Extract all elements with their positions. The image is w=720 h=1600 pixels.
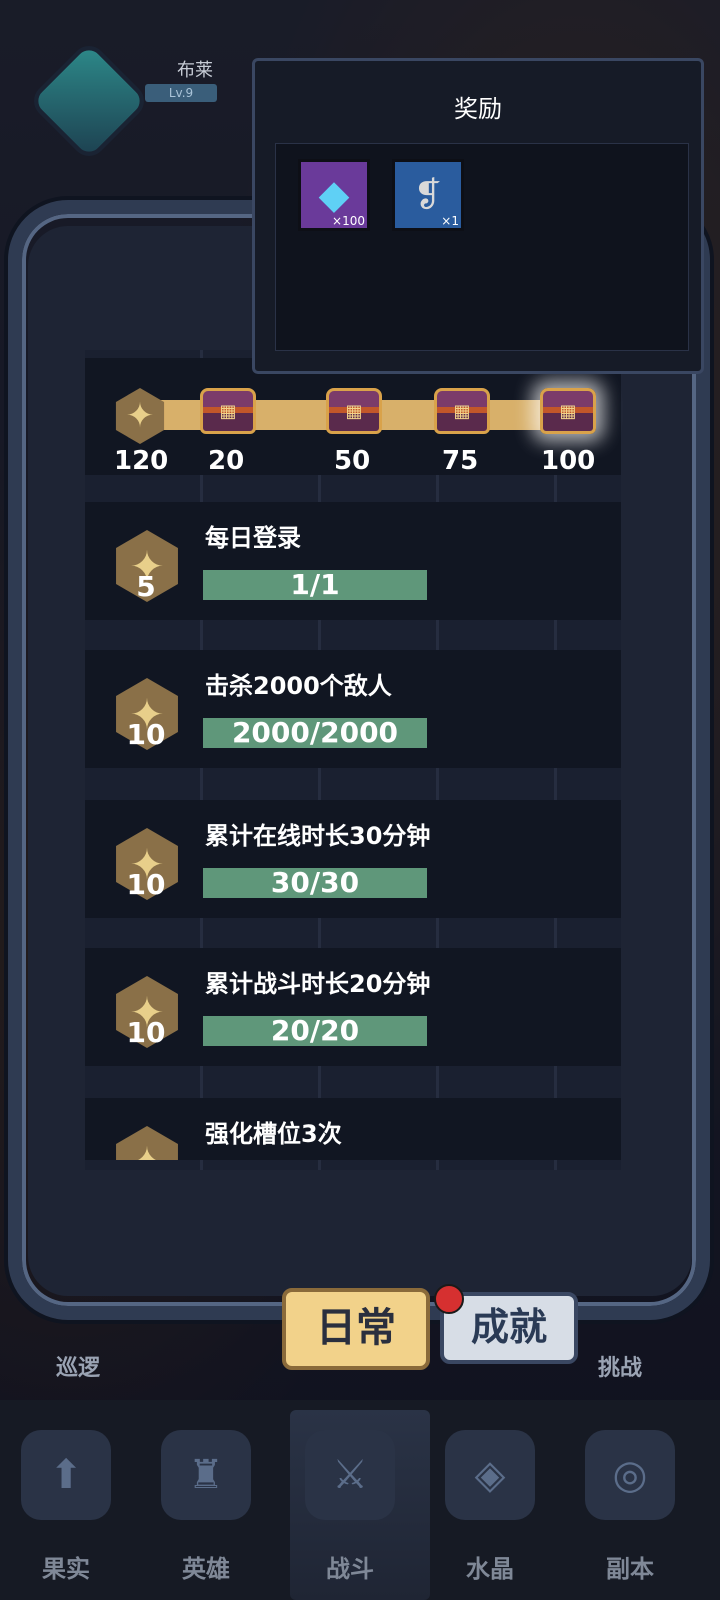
nav-item-dungeon[interactable]: ◎ 副本 bbox=[570, 1420, 690, 1590]
milestone-label: 75 bbox=[442, 446, 479, 476]
task-progress: 1/1 bbox=[203, 570, 427, 600]
nav-label: 英雄 bbox=[182, 1555, 230, 1583]
task-progress: 20/20 bbox=[203, 1016, 427, 1046]
task-row[interactable]: ✦ 10 累计在线时长30分钟 30/30 bbox=[85, 800, 621, 918]
milestone-label: 100 bbox=[541, 446, 596, 476]
chest-icon[interactable]: ▦ bbox=[326, 388, 382, 434]
nav-label: 副本 bbox=[606, 1555, 654, 1583]
diamond-icon: ◆ bbox=[318, 172, 350, 218]
reward-item[interactable]: ❡ ×1 bbox=[392, 159, 464, 231]
reward-qty: ×100 bbox=[332, 214, 365, 228]
task-points: 10 bbox=[126, 1016, 166, 1049]
challenge-label[interactable]: 挑战 bbox=[598, 1350, 642, 1382]
nav-item-battle[interactable]: ⚔ 战斗 bbox=[290, 1420, 410, 1590]
reward-title: 奖励 bbox=[454, 95, 502, 123]
milestone-label: 50 bbox=[334, 446, 371, 476]
task-row[interactable]: ✦ 5 每日登录 1/1 bbox=[85, 502, 621, 620]
hero-icon: ♜ bbox=[161, 1430, 251, 1520]
dungeon-icon: ◎ bbox=[585, 1430, 675, 1520]
nav-item-fruit[interactable]: ⬆ 果实 bbox=[6, 1420, 126, 1590]
tab-daily[interactable]: 日常 bbox=[282, 1288, 430, 1370]
task-name: 累计在线时长30分钟 bbox=[205, 822, 431, 850]
reward-qty: ×1 bbox=[441, 214, 459, 228]
scroll-icon: ❡ bbox=[413, 175, 443, 215]
crystal-icon: ◈ bbox=[445, 1430, 535, 1520]
milestone-label: 20 bbox=[208, 446, 245, 476]
task-row[interactable]: ✦ 10 累计战斗时长20分钟 20/20 bbox=[85, 948, 621, 1066]
chest-icon[interactable]: ▦ bbox=[434, 388, 490, 434]
current-points: 120 bbox=[114, 446, 169, 476]
reward-list: ◆ ×100 ❡ ×1 bbox=[275, 143, 689, 351]
task-name: 累计战斗时长20分钟 bbox=[205, 970, 431, 998]
task-name: 强化槽位3次 bbox=[205, 1120, 342, 1148]
nav-label: 战斗 bbox=[326, 1555, 374, 1583]
task-name: 击杀2000个敌人 bbox=[205, 672, 392, 700]
notification-dot bbox=[434, 1284, 464, 1314]
reward-item[interactable]: ◆ ×100 bbox=[298, 159, 370, 231]
task-row[interactable]: ✦ 10 击杀2000个敌人 2000/2000 bbox=[85, 650, 621, 768]
nav-label: 水晶 bbox=[466, 1555, 514, 1583]
patrol-label[interactable]: 巡逻 bbox=[56, 1350, 100, 1382]
nav-label: 果实 bbox=[42, 1555, 90, 1583]
nav-item-crystal[interactable]: ◈ 水晶 bbox=[430, 1420, 550, 1590]
reward-popup: 奖励 ◆ ×100 ❡ ×1 bbox=[252, 58, 704, 374]
player-level: Lv.9 bbox=[145, 84, 217, 102]
task-progress: 2000/2000 bbox=[203, 718, 427, 748]
player-name: 布莱 bbox=[177, 60, 213, 81]
chest-icon[interactable]: ▦ bbox=[200, 388, 256, 434]
task-points: 10 bbox=[126, 718, 166, 751]
chest-icon[interactable]: ▦ bbox=[540, 388, 596, 434]
fruit-icon: ⬆ bbox=[21, 1430, 111, 1520]
task-name: 每日登录 bbox=[205, 524, 301, 552]
task-points: 5 bbox=[136, 570, 156, 603]
star-icon: ✦ bbox=[116, 1126, 178, 1160]
battle-icon: ⚔ bbox=[305, 1430, 395, 1520]
task-points: 10 bbox=[126, 868, 166, 901]
task-row[interactable]: ✦ 强化槽位3次 bbox=[85, 1098, 621, 1160]
task-progress: 30/30 bbox=[203, 868, 427, 898]
nav-item-hero[interactable]: ♜ 英雄 bbox=[146, 1420, 266, 1590]
